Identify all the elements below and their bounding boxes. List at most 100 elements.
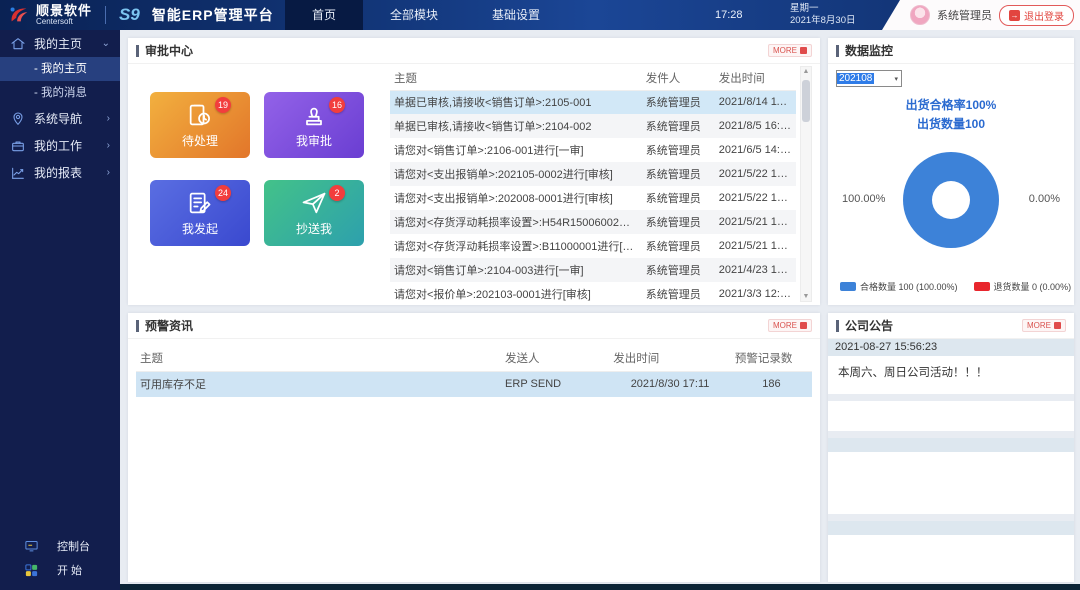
panel-accent-bar — [836, 45, 839, 57]
sidebar-item-label: 系统导航 — [34, 110, 82, 127]
col-header-subject: 主题 — [136, 345, 501, 371]
date-block: 星期一 2021年8月30日 — [790, 3, 855, 27]
tile-initiated-by-me[interactable]: 我发起 24 — [150, 180, 250, 246]
tile-badge: 16 — [329, 97, 345, 113]
more-icon — [1054, 322, 1061, 329]
panel-title: 审批中心 — [145, 42, 193, 59]
sidebar-item-label: 我的主页 — [34, 35, 82, 52]
sidebar-subitem-my-home[interactable]: - 我的主页 — [0, 57, 120, 81]
sidebar-item-start[interactable]: 开 始 — [0, 558, 120, 582]
table-row[interactable]: 请您对<存货浮动耗损率设置>:H54R15006002进行[审核] 系统管理员 … — [390, 210, 796, 234]
sidebar-item-console[interactable]: 控制台 — [0, 534, 120, 558]
user-avatar[interactable] — [910, 5, 930, 25]
legend-swatch-red — [974, 282, 990, 291]
table-row[interactable]: 请您对<销售订单>:2104-003进行[一审] 系统管理员 2021/4/23… — [390, 258, 796, 282]
user-area: 系统管理员 → 退出登录 — [882, 0, 1080, 30]
announcements-more-button[interactable]: MORE — [1022, 319, 1066, 332]
brand-name-en: Centersoft — [36, 18, 92, 26]
sidebar-item-label: 我的工作 — [34, 137, 82, 154]
stamp-icon — [300, 101, 328, 129]
bottom-status-strip — [120, 584, 1080, 590]
briefcase-icon — [10, 138, 26, 154]
sidebar-item-system-nav[interactable]: 系统导航 › — [0, 105, 120, 132]
period-value: 202108 — [837, 73, 874, 84]
table-row[interactable]: 请您对<支出报销单>:202008-0001进行[审核] 系统管理员 2021/… — [390, 186, 796, 210]
col-header-record-count: 预警记录数 — [731, 345, 812, 371]
start-icon — [24, 563, 39, 578]
sidebar-item-my-home[interactable]: 我的主页 ⌄ — [0, 30, 120, 57]
date-label: 2021年8月30日 — [790, 15, 855, 27]
table-row[interactable]: 可用库存不足 ERP SEND 2021/8/30 17:11 186 — [136, 371, 812, 397]
table-row[interactable]: 请您对<支出报销单>:202105-0002进行[审核] 系统管理员 2021/… — [390, 162, 796, 186]
tile-label: 抄送我 — [296, 220, 332, 237]
table-row[interactable]: 单据已审核,请接收<销售订单>:2104-002 系统管理员 2021/8/5 … — [390, 114, 796, 138]
announcement-list: 2021-08-27 15:56:23 本周六、周日公司活动！！！ — [828, 339, 1074, 582]
list-item — [828, 401, 1074, 431]
chevron-down-icon: ⌄ — [102, 38, 110, 49]
console-icon — [24, 539, 39, 554]
donut-chart — [903, 152, 999, 248]
sidebar-item-my-work[interactable]: 我的工作 › — [0, 132, 120, 159]
legend-item-pass: 合格数量 100 (100.00%) — [840, 280, 958, 293]
sidebar-subitem-my-messages[interactable]: - 我的消息 — [0, 81, 120, 105]
panel-accent-bar — [836, 320, 839, 332]
scroll-up-icon[interactable]: ▲ — [801, 68, 811, 75]
list-item — [828, 521, 1074, 582]
tile-badge: 24 — [215, 185, 231, 201]
tile-label: 我审批 — [296, 132, 332, 149]
panel-title: 数据监控 — [845, 42, 893, 59]
list-item — [828, 438, 1074, 514]
panel-accent-bar — [136, 45, 139, 57]
footer-item-label: 开 始 — [57, 562, 82, 578]
logout-label: 退出登录 — [1024, 8, 1064, 23]
scroll-down-icon[interactable]: ▼ — [801, 293, 811, 300]
panel-title: 公司公告 — [845, 317, 893, 334]
percent-label-left: 100.00% — [842, 193, 885, 205]
user-name: 系统管理员 — [937, 7, 992, 23]
list-item[interactable]: 2021-08-27 15:56:23 本周六、周日公司活动！！！ — [828, 339, 1074, 394]
approval-table: 主题 发件人 发出时间 单据已审核,请接收<销售订单>:2105-001 系统管… — [390, 66, 796, 302]
sidebar-item-my-reports[interactable]: 我的报表 › — [0, 159, 120, 186]
table-row[interactable]: 请您对<报价单>:202103-0001进行[审核] 系统管理员 2021/3/… — [390, 282, 796, 302]
sidebar-item-label: 我的报表 — [34, 164, 82, 181]
tile-my-approvals[interactable]: 我审批 16 — [264, 92, 364, 158]
product-code: S9 — [119, 5, 140, 25]
approval-more-button[interactable]: MORE — [768, 44, 812, 57]
scroll-thumb[interactable] — [802, 80, 810, 122]
logout-button[interactable]: → 退出登录 — [999, 5, 1074, 26]
tile-cc-to-me[interactable]: 抄送我 2 — [264, 180, 364, 246]
col-header-subject: 主题 — [390, 66, 642, 90]
nav-tab-basic-settings[interactable]: 基础设置 — [465, 0, 567, 30]
doc-edit-icon — [186, 189, 214, 217]
table-row[interactable]: 请您对<销售订单>:2106-001进行[一审] 系统管理员 2021/6/5 … — [390, 138, 796, 162]
period-select[interactable]: 202108 ▾ — [836, 70, 902, 87]
sidebar: 我的主页 ⌄ - 我的主页 - 我的消息 系统导航 › 我的工作 › 我的报表 … — [0, 30, 120, 590]
tile-pending[interactable]: 待处理 19 — [150, 92, 250, 158]
table-row[interactable]: 请您对<存货浮动耗损率设置>:B11000001进行[审核] 系统管理员 202… — [390, 234, 796, 258]
divider — [828, 431, 1074, 438]
monitor-summary: 出货合格率100% 出货数量100 — [828, 96, 1074, 134]
nav-tab-home[interactable]: 首页 — [285, 0, 363, 30]
shipment-qty-text: 出货数量100 — [828, 115, 1074, 134]
panel-accent-bar — [136, 320, 139, 332]
table-row[interactable]: 单据已审核,请接收<销售订单>:2105-001 系统管理员 2021/8/14… — [390, 90, 796, 114]
announcement-text: 本周六、周日公司活动！！！ — [828, 356, 1074, 394]
tile-label: 待处理 — [182, 132, 218, 149]
home-icon — [10, 36, 26, 52]
sidebar-footer: 控制台 开 始 — [0, 534, 120, 582]
divider — [828, 394, 1074, 401]
clipboard-clock-icon — [186, 101, 214, 129]
chevron-right-icon: › — [107, 167, 110, 178]
divider — [828, 514, 1074, 521]
footer-item-label: 控制台 — [57, 538, 90, 554]
top-bar: 顺景软件 Centersoft S9 智能ERP管理平台 首页 全部模块 基础设… — [0, 0, 1080, 30]
brand-area: 顺景软件 Centersoft S9 智能ERP管理平台 — [8, 0, 274, 30]
scrollbar-vertical[interactable]: ▲ ▼ — [800, 66, 812, 302]
alerts-more-button[interactable]: MORE — [768, 319, 812, 332]
nav-tab-all-modules[interactable]: 全部模块 — [363, 0, 465, 30]
panel-title: 预警资讯 — [145, 317, 193, 334]
clock-time: 17:28 — [715, 0, 743, 30]
centersoft-logo-icon — [8, 4, 30, 26]
announcement-time: 2021-08-27 15:56:23 — [828, 339, 1074, 356]
tile-label: 我发起 — [182, 220, 218, 237]
